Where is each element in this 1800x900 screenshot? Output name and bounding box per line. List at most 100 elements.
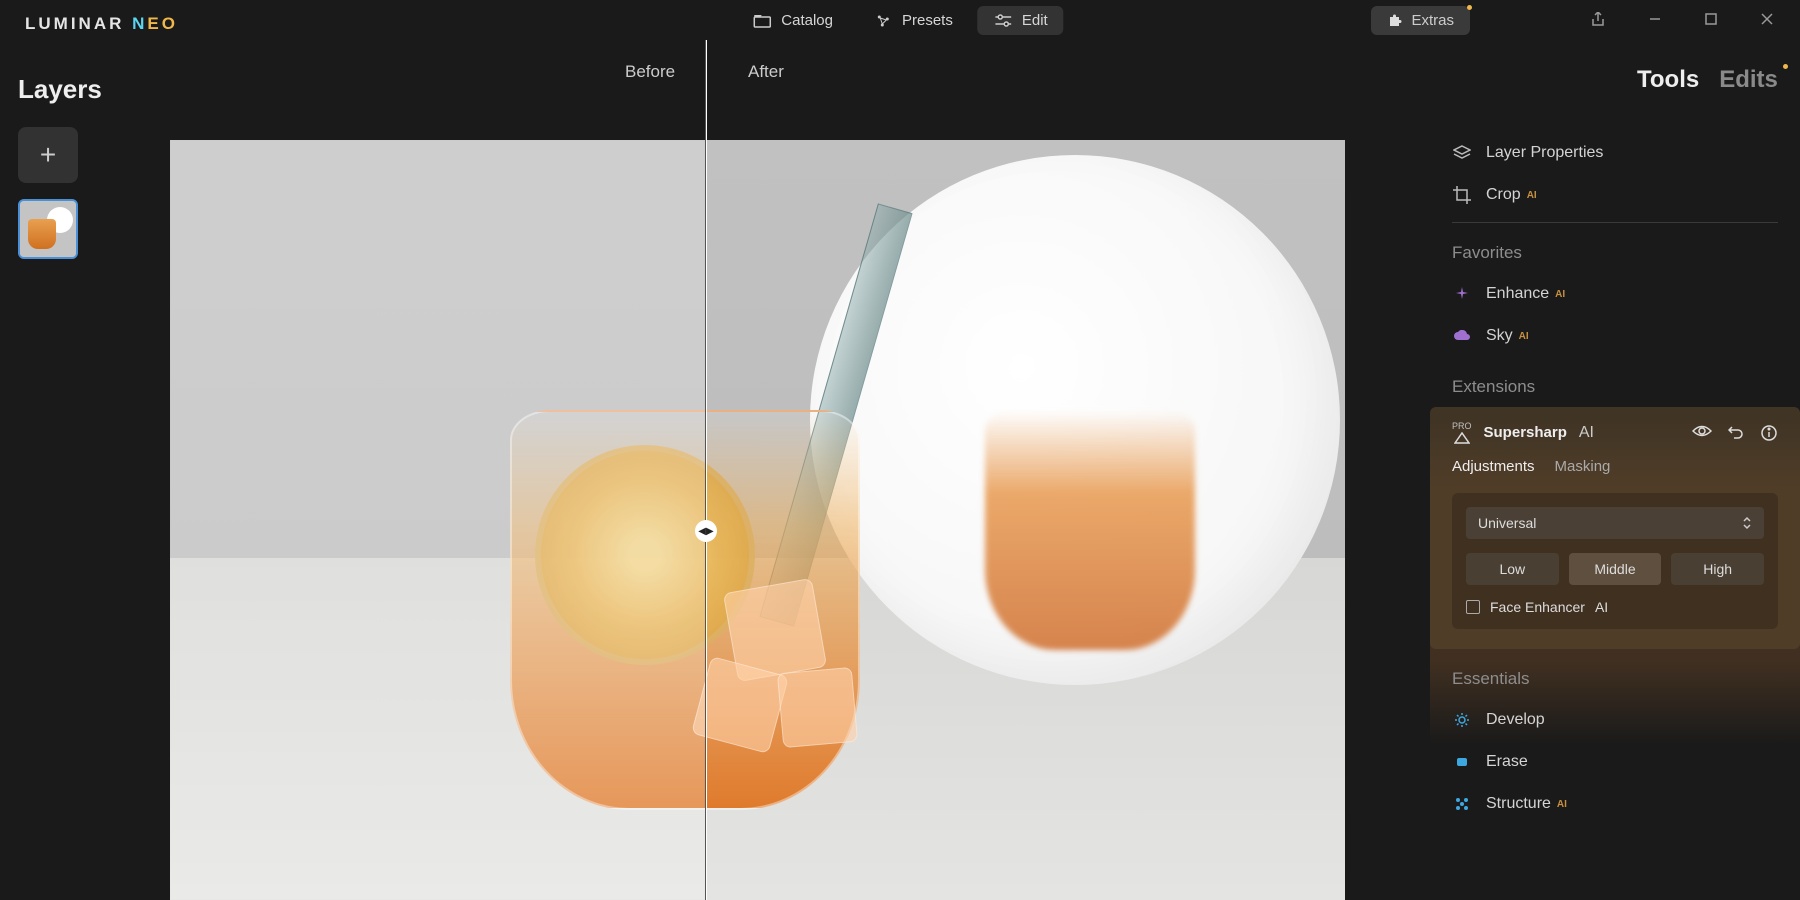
- reflected-glass-shape: [985, 410, 1195, 650]
- ai-badge: AI: [1557, 799, 1567, 810]
- adjustments-tab[interactable]: Adjustments: [1452, 458, 1535, 475]
- ai-badge: AI: [1555, 289, 1565, 300]
- supersharp-panel: PRO Supersharp AI: [1430, 407, 1800, 649]
- presets-button[interactable]: Presets: [857, 6, 969, 35]
- window-controls: [1590, 12, 1774, 28]
- supersharp-header[interactable]: PRO Supersharp AI: [1452, 407, 1778, 458]
- tab-tools[interactable]: Tools: [1637, 66, 1699, 94]
- tab-edits[interactable]: Edits: [1719, 66, 1778, 94]
- visibility-icon[interactable]: [1692, 424, 1712, 442]
- sparkle-icon: [1452, 286, 1472, 302]
- extensions-header: Extensions: [1452, 377, 1778, 397]
- share-icon[interactable]: [1590, 12, 1606, 28]
- face-enhancer-checkbox[interactable]: Face Enhancer AI: [1466, 599, 1764, 615]
- top-bar: LUMINAR NEO Catalog Presets Edit: [0, 0, 1800, 40]
- logo-neo-1: N: [132, 14, 147, 33]
- structure-tool[interactable]: Structure AI: [1452, 783, 1778, 825]
- strength-middle-button[interactable]: Middle: [1569, 553, 1662, 585]
- supersharp-actions: [1692, 424, 1778, 442]
- supersharp-subtabs: Adjustments Masking: [1452, 458, 1778, 475]
- mode-select[interactable]: Universal: [1466, 507, 1764, 539]
- extras-button[interactable]: Extras: [1371, 6, 1470, 35]
- catalog-label: Catalog: [781, 12, 833, 29]
- layer-properties-label: Layer Properties: [1486, 144, 1603, 162]
- add-layer-button[interactable]: +: [18, 127, 78, 183]
- favorites-header: Favorites: [1452, 243, 1778, 263]
- structure-icon: [1452, 796, 1472, 812]
- layer-thumbnail-1[interactable]: [18, 199, 78, 259]
- right-panel: Tools Edits Layer Properties Crop AI Fav…: [1430, 40, 1800, 900]
- undo-icon[interactable]: [1728, 424, 1744, 442]
- ai-badge: AI: [1595, 599, 1608, 615]
- logo-text: LUMINAR: [25, 14, 124, 33]
- pro-badge: PRO: [1452, 421, 1472, 432]
- chevron-updown-icon: [1742, 516, 1752, 530]
- compare-divider[interactable]: [705, 40, 707, 900]
- masking-tab[interactable]: Masking: [1555, 458, 1611, 475]
- strength-high-button[interactable]: High: [1671, 553, 1764, 585]
- checkbox-icon: [1466, 600, 1480, 614]
- minimize-button[interactable]: [1648, 12, 1662, 28]
- supersharp-icon: PRO: [1452, 421, 1472, 444]
- supersharp-title: Supersharp: [1484, 424, 1567, 441]
- before-label: Before: [625, 62, 675, 82]
- magic-icon: [873, 13, 893, 29]
- supersharp-controls: Universal Low Middle High Face Enhancer …: [1452, 493, 1778, 629]
- panel-tabs: Tools Edits: [1452, 66, 1778, 94]
- ai-badge: AI: [1579, 424, 1594, 442]
- layers-title: Layers: [18, 74, 122, 105]
- essentials-header: Essentials: [1452, 669, 1778, 689]
- catalog-button[interactable]: Catalog: [736, 6, 849, 35]
- eraser-icon: [1452, 755, 1472, 769]
- layer-thumb-image: [20, 201, 76, 257]
- ai-badge: AI: [1519, 331, 1529, 342]
- app-logo: LUMINAR NEO: [25, 14, 178, 34]
- info-icon[interactable]: [1760, 424, 1778, 442]
- mode-value: Universal: [1478, 515, 1536, 531]
- edit-label: Edit: [1022, 12, 1048, 29]
- folder-icon: [752, 14, 772, 28]
- topbar-right: Extras: [1371, 0, 1800, 40]
- crop-icon: [1452, 186, 1472, 204]
- plus-icon: +: [40, 139, 56, 171]
- logo-neo-2: EO: [147, 14, 178, 33]
- maximize-button[interactable]: [1704, 12, 1718, 28]
- develop-tool[interactable]: Develop: [1452, 699, 1778, 741]
- top-center-nav: Catalog Presets Edit: [736, 6, 1063, 35]
- layer-properties-tool[interactable]: Layer Properties: [1452, 132, 1778, 174]
- strength-low-button[interactable]: Low: [1466, 553, 1559, 585]
- layers-icon: [1452, 145, 1472, 161]
- sun-icon: [1452, 712, 1472, 728]
- cloud-icon: [1452, 330, 1472, 342]
- extras-label: Extras: [1411, 12, 1454, 29]
- strength-row: Low Middle High: [1466, 553, 1764, 585]
- lemon-shape: [535, 445, 755, 665]
- tab-edits-label: Edits: [1719, 66, 1778, 93]
- ice-cube-shape: [777, 667, 858, 748]
- divider: [1452, 222, 1778, 223]
- structure-label: Structure: [1486, 795, 1551, 813]
- panel-body: Layer Properties Crop AI Favorites Enhan…: [1452, 132, 1778, 825]
- crop-label: Crop: [1486, 186, 1521, 204]
- develop-label: Develop: [1486, 711, 1545, 729]
- presets-label: Presets: [902, 12, 953, 29]
- after-label: After: [748, 62, 784, 82]
- compare-handle[interactable]: ◀▶: [695, 520, 717, 542]
- sliders-icon: [993, 14, 1013, 28]
- face-enhancer-label: Face Enhancer: [1490, 599, 1585, 615]
- edit-button[interactable]: Edit: [977, 6, 1064, 35]
- puzzle-icon: [1387, 12, 1403, 28]
- erase-tool[interactable]: Erase: [1452, 741, 1778, 783]
- notification-dot: [1783, 64, 1788, 69]
- crop-tool[interactable]: Crop AI: [1452, 174, 1778, 216]
- sky-label: Sky: [1486, 327, 1513, 345]
- enhance-label: Enhance: [1486, 285, 1549, 303]
- enhance-tool[interactable]: Enhance AI: [1452, 273, 1778, 315]
- sky-tool[interactable]: Sky AI: [1452, 315, 1778, 357]
- erase-label: Erase: [1486, 753, 1528, 771]
- left-sidebar: Layers +: [0, 40, 140, 279]
- ai-badge: AI: [1527, 190, 1537, 201]
- notification-dot: [1467, 5, 1472, 10]
- close-button[interactable]: [1760, 12, 1774, 28]
- image-canvas[interactable]: [170, 140, 1345, 900]
